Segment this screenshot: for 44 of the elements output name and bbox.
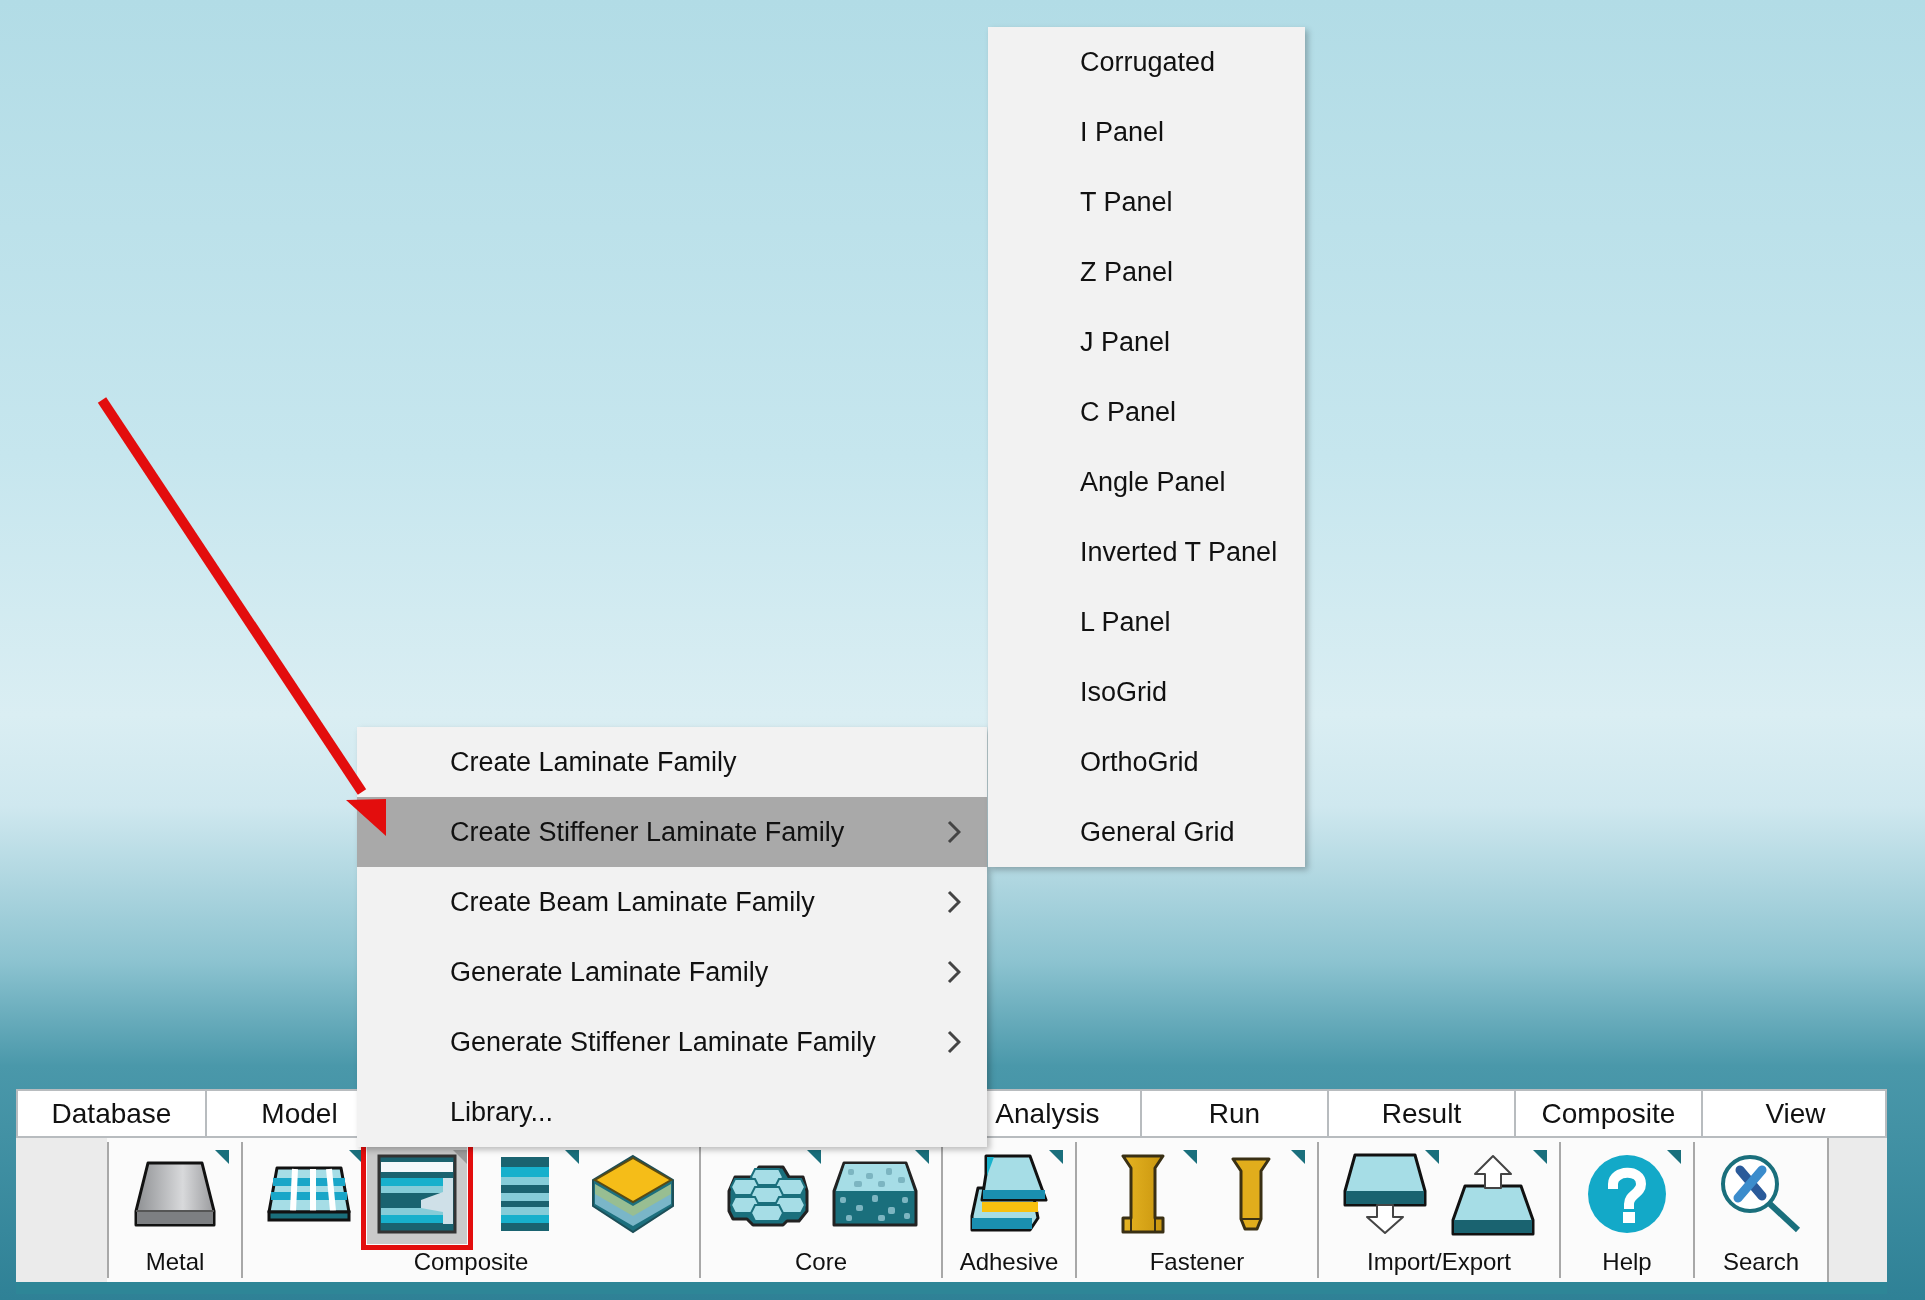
export-icon: [1451, 1152, 1535, 1236]
menu-item[interactable]: L Panel: [988, 587, 1305, 657]
menu-item[interactable]: T Panel: [988, 167, 1305, 237]
menu-item[interactable]: Generate Laminate Family: [357, 937, 987, 1007]
group-label: Import/Export: [1366, 1248, 1511, 1276]
menu-item[interactable]: Create Stiffener Laminate Family: [357, 797, 987, 867]
group-label: Core: [795, 1248, 847, 1276]
menu-item[interactable]: Angle Panel: [988, 447, 1305, 517]
menu-item[interactable]: I Panel: [988, 97, 1305, 167]
menu-item[interactable]: Z Panel: [988, 237, 1305, 307]
group-label: Search: [1722, 1248, 1799, 1276]
menu-item[interactable]: Create Beam Laminate Family: [357, 867, 987, 937]
menu-tab[interactable]: Run: [1140, 1091, 1327, 1136]
menu-tab[interactable]: Result: [1327, 1091, 1514, 1136]
laminate-layers-icon: [377, 1154, 457, 1234]
menu-item[interactable]: General Grid: [988, 797, 1305, 867]
bolt-icon: [1121, 1154, 1165, 1234]
menu-item[interactable]: IsoGrid: [988, 657, 1305, 727]
menu-tab[interactable]: View: [1701, 1091, 1888, 1136]
help-icon: [1587, 1154, 1667, 1234]
menu-item[interactable]: Generate Stiffener Laminate Family: [357, 1007, 987, 1077]
bonded-plates-icon: [968, 1154, 1050, 1234]
menu-item[interactable]: Corrugated: [988, 27, 1305, 97]
layered-cube-icon: [591, 1154, 675, 1234]
group-label: Fastener: [1149, 1248, 1245, 1276]
menu-tab[interactable]: Composite: [1514, 1091, 1701, 1136]
group-label: Metal: [145, 1248, 205, 1276]
menu-item[interactable]: C Panel: [988, 377, 1305, 447]
menu-tab[interactable]: Database: [18, 1091, 205, 1136]
menu-item[interactable]: OrthoGrid: [988, 727, 1305, 797]
search-icon: [1720, 1154, 1802, 1234]
import-icon: [1343, 1153, 1427, 1235]
metal-block-icon: [134, 1161, 216, 1227]
tool-button[interactable]: [367, 1144, 467, 1244]
menu-item[interactable]: J Panel: [988, 307, 1305, 377]
menu-item[interactable]: Inverted T Panel: [988, 517, 1305, 587]
group-label: Adhesive: [959, 1248, 1059, 1276]
striped-layers-icon: [501, 1157, 549, 1231]
rivet-icon: [1231, 1157, 1271, 1231]
menu-item[interactable]: Create Laminate Family: [357, 727, 987, 797]
foam-block-icon: [832, 1161, 918, 1227]
group-label: Help: [1602, 1248, 1652, 1276]
grid-panel-icon: [267, 1166, 351, 1222]
group-label: Composite: [413, 1248, 529, 1276]
